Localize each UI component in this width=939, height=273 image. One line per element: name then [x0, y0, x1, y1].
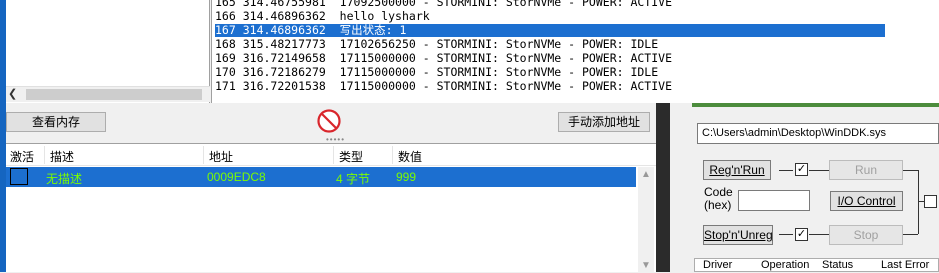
scrollbar-thumb[interactable]	[26, 89, 202, 100]
column-separator[interactable]	[44, 146, 45, 164]
stop-unreg-label: Stop'n'Unreg	[704, 228, 773, 242]
log-line-number: 167	[215, 23, 236, 37]
reg-run-label: Reg'n'Run	[709, 163, 765, 177]
run-button[interactable]: Run	[829, 160, 903, 180]
scroll-left-icon[interactable]: ❮	[8, 87, 17, 100]
io-checkbox[interactable]	[924, 195, 937, 208]
log-line-text: 17092500000 - STORMINI: StorNVMe - POWER…	[339, 0, 673, 9]
driver-status-list-header: Driver Operation Status Last Error	[694, 258, 939, 272]
connector-line	[779, 234, 793, 235]
log-line-number: 170	[215, 65, 236, 79]
code-label: Code (hex)	[704, 186, 733, 212]
reg-run-checkbox[interactable]: ✓	[795, 163, 808, 176]
log-line-time: 314.46896362	[242, 9, 326, 23]
list-col-driver[interactable]: Driver	[703, 259, 732, 271]
table-row[interactable]: 无描述 0009EDC8 4 字节 999	[6, 167, 636, 187]
log-line-text: 17115000000 - STORMINI: StorNVMe - POWER…	[339, 79, 673, 93]
log-line-number: 168	[215, 37, 236, 51]
log-line-number: 171	[215, 79, 236, 93]
code-hex-input[interactable]	[738, 190, 810, 211]
column-value[interactable]: 数值	[398, 148, 422, 165]
connector-line	[903, 234, 918, 235]
column-address[interactable]: 地址	[209, 148, 233, 165]
column-separator[interactable]	[203, 146, 204, 164]
list-col-operation[interactable]: Operation	[761, 259, 809, 271]
table-header: 激活 描述 地址 类型 数值	[6, 144, 656, 166]
add-address-button[interactable]: 手动添加地址	[558, 112, 650, 132]
reg-run-button[interactable]: Reg'n'Run	[703, 160, 771, 180]
row-type: 4 字节	[336, 172, 371, 186]
row-value: 999	[396, 170, 417, 184]
log-line-time: 316.72149658	[242, 51, 326, 65]
io-control-label: I/O Control	[837, 194, 896, 208]
log-line-time: 316.72186279	[242, 65, 326, 79]
log-line-number: 166	[215, 9, 236, 23]
column-separator[interactable]	[392, 146, 393, 164]
log-line-text: 17102656250 - STORMINI: StorNVMe - POWER…	[339, 37, 659, 51]
log-line-time: 316.72201538	[242, 79, 326, 93]
horizontal-scrollbar[interactable]: ❮	[6, 86, 210, 102]
connector-line	[918, 170, 919, 234]
log-line[interactable]: 165 314.46755981 17092500000 - STORMINI:…	[215, 0, 885, 9]
window-border	[656, 103, 670, 272]
address-table: 激活 描述 地址 类型 数值 无描述 0009EDC8 4 字节 999 ▲ ▼	[6, 143, 656, 273]
column-active[interactable]: 激活	[10, 148, 34, 165]
title-accent	[692, 103, 939, 107]
log-line[interactable]: 167 314.46896362 写出状态: 1	[215, 24, 885, 37]
code-label-hex: (hex)	[704, 198, 732, 212]
log-line[interactable]: 169 316.72149658 17115000000 - STORMINI:…	[215, 52, 885, 65]
log-line[interactable]: 170 316.72186279 17115000000 - STORMINI:…	[215, 66, 885, 79]
log-line[interactable]: 171 316.72201538 17115000000 - STORMINI:…	[215, 80, 885, 93]
view-memory-button[interactable]: 查看内存	[6, 112, 106, 132]
log-line-time: 314.46896362	[242, 23, 326, 37]
log-line-time: 315.48217773	[242, 37, 326, 51]
column-description[interactable]: 描述	[50, 148, 74, 165]
vertical-scrollbar[interactable]: ▲ ▼	[638, 167, 654, 273]
row-description: 无描述	[46, 172, 83, 186]
list-col-status[interactable]: Status	[822, 259, 853, 271]
stop-icon[interactable]	[316, 108, 342, 134]
log-line-text: 写出状态: 1	[339, 23, 407, 37]
log-line-number: 165	[215, 0, 236, 9]
scroll-down-icon[interactable]: ▼	[641, 260, 651, 271]
connector-line	[809, 234, 829, 235]
row-address: 0009EDC8	[207, 170, 266, 184]
log-line-text: 17115000000 - STORMINI: StorNVMe - POWER…	[339, 51, 673, 65]
log-line[interactable]: 166 314.46896362 hello lyshark	[215, 10, 885, 23]
connector-line	[809, 170, 829, 171]
column-type[interactable]: 类型	[339, 148, 363, 165]
driver-path-field[interactable]: C:\Users\admin\Desktop\WinDDK.sys	[697, 123, 939, 144]
log-line-text: hello lyshark	[339, 9, 430, 23]
io-control-button[interactable]: I/O Control	[830, 191, 903, 211]
connector-line	[918, 201, 924, 202]
stop-unreg-checkbox[interactable]: ✓	[795, 228, 808, 241]
stop-unreg-button[interactable]: Stop'n'Unreg	[703, 225, 773, 245]
connector-line	[779, 170, 793, 171]
log-line[interactable]: 168 315.48217773 17102656250 - STORMINI:…	[215, 38, 885, 51]
column-separator[interactable]	[333, 146, 334, 164]
splitter-handle[interactable]: •••••	[326, 136, 344, 144]
list-col-last-error[interactable]: Last Error	[881, 259, 929, 271]
log-line-time: 314.46755981	[242, 0, 326, 9]
address-list-panel: 查看内存 ••••• 手动添加地址 激活 描述 地址 类型 数值 无描述 000…	[6, 103, 656, 273]
stop-button[interactable]: Stop	[829, 225, 903, 245]
connector-line	[903, 170, 918, 171]
log-line-number: 169	[215, 51, 236, 65]
debug-log-view[interactable]: 165 314.46755981 17092500000 - STORMINI:…	[211, 0, 939, 103]
active-checkbox[interactable]	[10, 168, 28, 185]
log-line-text: 17115000000 - STORMINI: StorNVMe - POWER…	[339, 65, 659, 79]
scroll-up-icon[interactable]: ▲	[641, 169, 651, 180]
